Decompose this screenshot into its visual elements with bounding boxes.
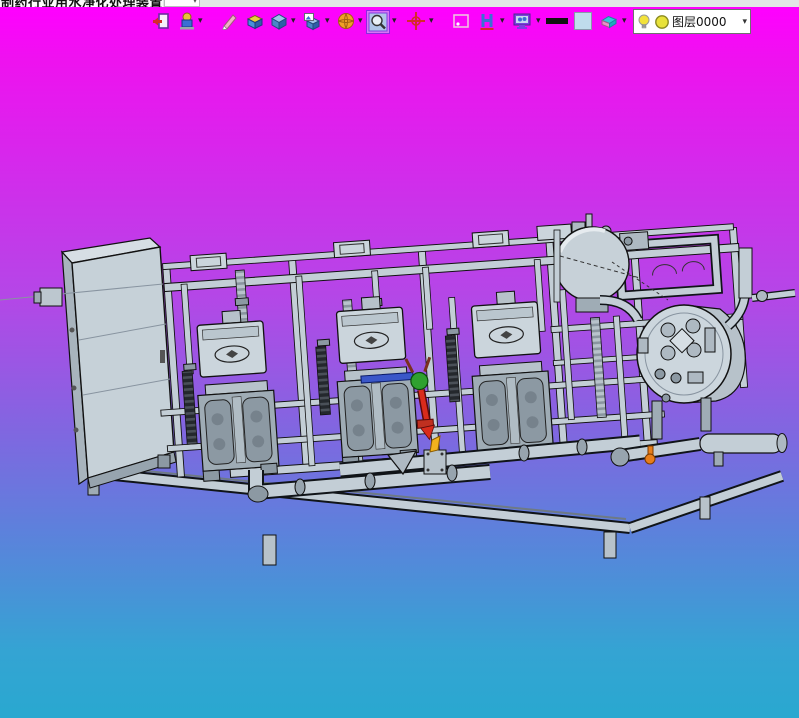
window-title-area: 制药行业用水净化处理装置 bbox=[0, 0, 163, 7]
pump-unit-1[interactable] bbox=[192, 308, 280, 482]
filter-tank[interactable] bbox=[599, 247, 796, 440]
window-title: 制药行业用水净化处理装置 bbox=[1, 0, 163, 7]
cropped-combobox-fragment[interactable]: ▾ bbox=[164, 0, 200, 7]
cropped-window-strip: 制药行业用水净化处理装置 ▾ bbox=[0, 0, 799, 7]
bottom-valve bbox=[423, 435, 447, 475]
model-canvas bbox=[0, 213, 796, 566]
3d-viewport[interactable]: ▾ ▾ ▾ ▾ ▾ ▾ ▾ ▾ ▾ 图层0000 ▾ bbox=[0, 7, 799, 718]
control-cabinet bbox=[0, 237, 177, 489]
chevron-down-icon: ▾ bbox=[192, 0, 197, 5]
